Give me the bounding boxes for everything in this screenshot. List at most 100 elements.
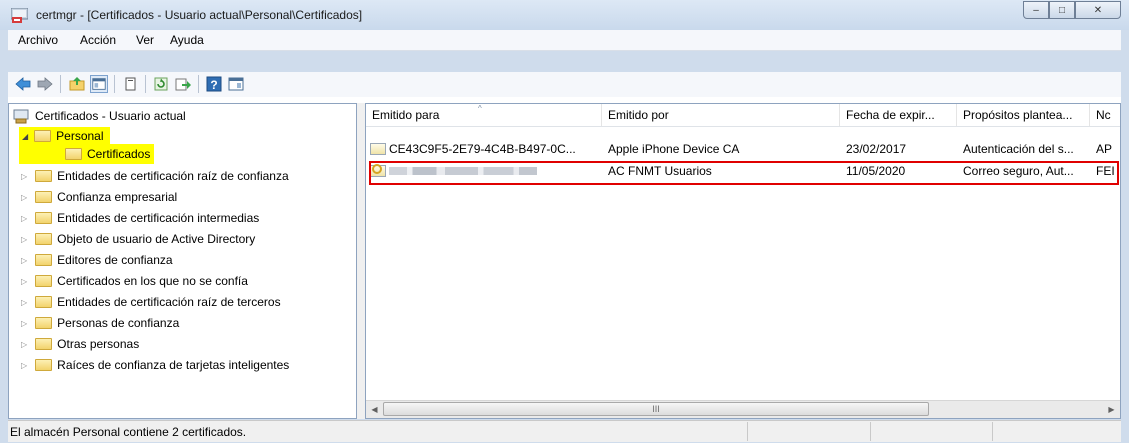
- export-icon[interactable]: [174, 75, 192, 93]
- show-hide-action-pane-icon[interactable]: [227, 75, 245, 93]
- tree-item-label: Raíces de confianza de tarjetas intelige…: [57, 358, 290, 372]
- close-button[interactable]: ✕: [1075, 1, 1121, 19]
- up-folder-icon[interactable]: [68, 75, 86, 93]
- status-divider: [992, 422, 993, 441]
- tree-item-label: Certificados en los que no se confía: [57, 274, 248, 288]
- copy-icon[interactable]: [121, 75, 139, 93]
- certificate-list: Emitido para ^ Emitido por Fecha de expi…: [365, 103, 1121, 419]
- tree-item-personas-confianza[interactable]: ▷ Personas de confianza: [21, 313, 179, 333]
- collapsed-arrow-icon[interactable]: ▷: [21, 298, 27, 307]
- tree-item-confianza-empresarial[interactable]: ▷ Confianza empresarial: [21, 187, 177, 207]
- certificates-console-icon: [13, 109, 29, 123]
- highlight-certificados: Certificados: [19, 144, 155, 164]
- minimize-icon: –: [1033, 4, 1039, 16]
- refresh-icon[interactable]: [152, 75, 170, 93]
- column-header-label: Nc: [1096, 108, 1111, 122]
- column-header-propositos[interactable]: Propósitos plantea...: [957, 104, 1090, 126]
- tree-root[interactable]: Certificados - Usuario actual: [13, 106, 186, 126]
- sort-ascending-icon: ^: [478, 104, 482, 113]
- console-tree: Certificados - Usuario actual ◢ Personal…: [8, 103, 357, 419]
- list-header: Emitido para ^ Emitido por Fecha de expi…: [366, 104, 1120, 127]
- tree-item-active-directory[interactable]: ▷ Objeto de usuario de Active Directory: [21, 229, 255, 249]
- menu-bar: Archivo Acción Ver Ayuda: [8, 30, 1121, 51]
- horizontal-scrollbar[interactable]: ◀ III ▶: [366, 400, 1120, 418]
- cell-text: CE43C9F5-2E79-4C4B-B497-0C...: [389, 142, 576, 156]
- folder-icon: [35, 296, 53, 308]
- cell-propositos: Autenticación del s...: [963, 142, 1074, 156]
- column-header-fecha[interactable]: Fecha de expir...: [840, 104, 957, 126]
- menu-archivo[interactable]: Archivo: [18, 33, 58, 47]
- tree-item-personal[interactable]: ◢ Personal: [19, 126, 110, 146]
- tree-item-label: Confianza empresarial: [57, 190, 178, 204]
- tree-item-label: Entidades de certificación raíz de terce…: [57, 295, 281, 309]
- pane-splitter[interactable]: [357, 103, 365, 419]
- collapsed-arrow-icon[interactable]: ▷: [21, 214, 27, 223]
- folder-icon: [35, 212, 53, 224]
- menu-ver[interactable]: Ver: [136, 33, 154, 47]
- scrollbar-grip-icon: III: [652, 404, 660, 414]
- highlight-personal: ◢ Personal: [19, 127, 110, 145]
- folder-icon: [35, 233, 53, 245]
- folder-icon: [35, 338, 53, 350]
- tree-item-label: Entidades de certificación intermedias: [57, 211, 260, 225]
- scrollbar-thumb[interactable]: III: [383, 402, 929, 416]
- column-header-label: Emitido para: [372, 108, 440, 122]
- folder-icon: [35, 191, 53, 203]
- forward-icon[interactable]: [36, 75, 54, 93]
- show-hide-tree-icon[interactable]: [90, 75, 108, 93]
- tree-item-label: Entidades de certificación raíz de confi…: [57, 169, 289, 183]
- tree-item-label: Personas de confianza: [57, 316, 180, 330]
- tree-item-label: Editores de confianza: [57, 253, 173, 267]
- menu-ayuda[interactable]: Ayuda: [170, 33, 204, 47]
- toolbar-separator: [145, 75, 146, 93]
- folder-icon: [35, 254, 53, 266]
- collapsed-arrow-icon[interactable]: ▷: [21, 172, 27, 181]
- column-header-label: Emitido por: [608, 108, 669, 122]
- tree-item-raiz-terceros[interactable]: ▷ Entidades de certificación raíz de ter…: [21, 292, 281, 312]
- title-bar[interactable]: certmgr - [Certificados - Usuario actual…: [0, 0, 1129, 30]
- column-header-emitido-para[interactable]: Emitido para ^: [366, 104, 602, 126]
- minimize-button[interactable]: –: [1023, 1, 1049, 19]
- cell-fecha: 23/02/2017: [846, 142, 907, 156]
- cell-emitido-por: Apple iPhone Device CA: [608, 142, 740, 156]
- table-row[interactable]: CE43C9F5-2E79-4C4B-B497-0C... Apple iPho…: [366, 139, 1120, 159]
- collapsed-arrow-icon[interactable]: ▷: [21, 256, 27, 265]
- cell-nombre: AP: [1096, 142, 1113, 156]
- column-header-label: Fecha de expir...: [846, 108, 935, 122]
- tree-item-otras-personas[interactable]: ▷ Otras personas: [21, 334, 139, 354]
- expanded-arrow-icon[interactable]: ◢: [22, 132, 28, 141]
- cell-emitido-para: CE43C9F5-2E79-4C4B-B497-0C...: [366, 139, 602, 159]
- tree-item-label: Personal: [56, 129, 104, 143]
- tree-item-editores[interactable]: ▷ Editores de confianza: [21, 250, 173, 270]
- collapsed-arrow-icon[interactable]: ▷: [21, 193, 27, 202]
- collapsed-arrow-icon[interactable]: ▷: [21, 340, 27, 349]
- window-title: certmgr - [Certificados - Usuario actual…: [36, 8, 363, 22]
- toolbar-separator: [114, 75, 115, 93]
- tree-item-certificados[interactable]: Certificados: [19, 144, 155, 164]
- certificate-icon: [370, 143, 386, 155]
- tree-item-label: Objeto de usuario de Active Directory: [57, 232, 256, 246]
- tree-item-intermedias[interactable]: ▷ Entidades de certificación intermedias: [21, 208, 259, 228]
- back-icon[interactable]: [14, 75, 32, 93]
- menu-accion[interactable]: Acción: [80, 33, 116, 47]
- maximize-button[interactable]: □: [1049, 1, 1075, 19]
- column-header-label: Propósitos plantea...: [963, 108, 1073, 122]
- tree-item-label: Otras personas: [57, 337, 140, 351]
- collapsed-arrow-icon[interactable]: ▷: [21, 277, 27, 286]
- tree-item-label: Certificados: [87, 147, 151, 161]
- column-header-emitido-por[interactable]: Emitido por: [602, 104, 840, 126]
- status-text: El almacén Personal contiene 2 certifica…: [10, 425, 247, 439]
- column-header-nombre[interactable]: Nc: [1090, 104, 1120, 126]
- tree-item-tarjetas-inteligentes[interactable]: ▷ Raíces de confianza de tarjetas inteli…: [21, 355, 289, 375]
- scroll-left-icon[interactable]: ◀: [366, 401, 383, 418]
- certmgr-window: certmgr - [Certificados - Usuario actual…: [0, 0, 1129, 443]
- tree-item-no-confia[interactable]: ▷ Certificados en los que no se confía: [21, 271, 248, 291]
- collapsed-arrow-icon[interactable]: ▷: [21, 235, 27, 244]
- collapsed-arrow-icon[interactable]: ▷: [21, 319, 27, 328]
- folder-icon: [35, 317, 53, 329]
- close-icon: ✕: [1093, 4, 1103, 16]
- collapsed-arrow-icon[interactable]: ▷: [21, 361, 27, 370]
- help-icon[interactable]: ?: [205, 75, 223, 93]
- scroll-right-icon[interactable]: ▶: [1103, 401, 1120, 418]
- tree-item-raiz-confianza[interactable]: ▷ Entidades de certificación raíz de con…: [21, 166, 289, 186]
